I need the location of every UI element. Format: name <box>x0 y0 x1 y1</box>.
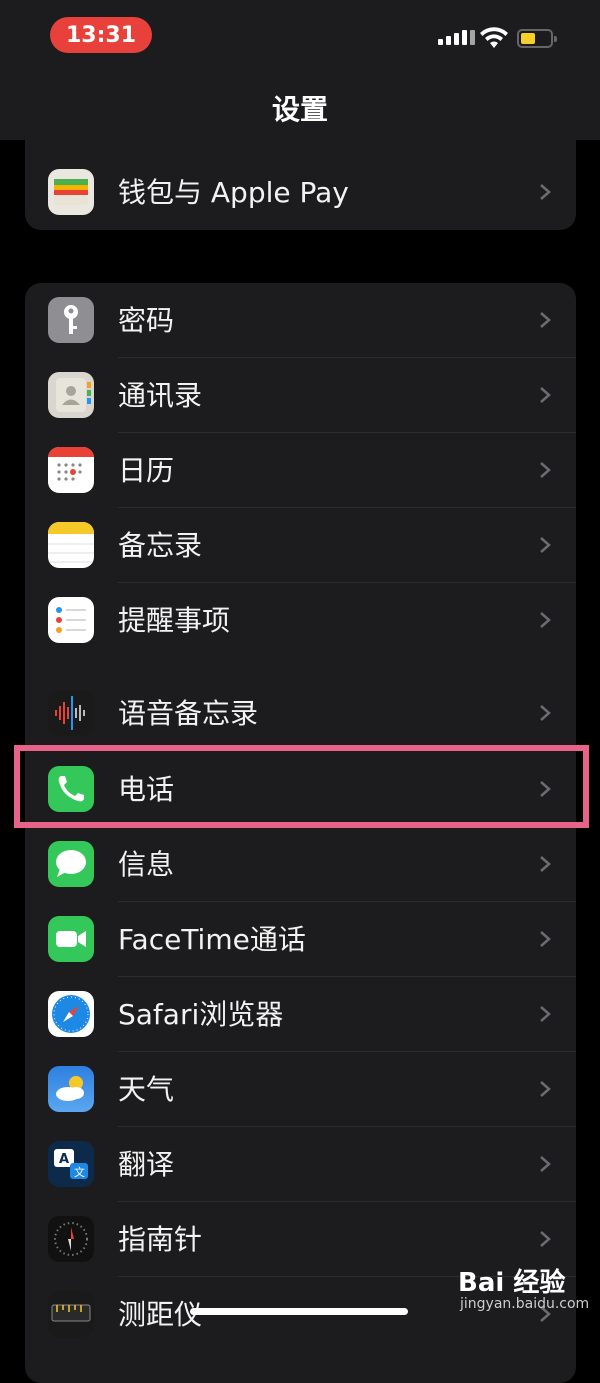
settings-row-label: 备忘录 <box>118 529 203 562</box>
settings-row-calendar[interactable]: 日历 <box>25 433 576 508</box>
settings-row-label: 信息 <box>118 848 175 881</box>
chevron-right-icon <box>540 705 551 721</box>
cellular-signal-icon <box>438 30 475 45</box>
chevron-right-icon <box>540 537 551 553</box>
settings-row-label: 指南针 <box>118 1223 203 1256</box>
facetime-icon <box>48 916 94 962</box>
chevron-right-icon <box>540 1156 551 1172</box>
chevron-right-icon <box>540 312 551 328</box>
svg-text:文: 文 <box>74 1165 85 1179</box>
chevron-right-icon <box>540 1006 551 1022</box>
page-title: 设置 <box>271 93 328 126</box>
settings-row-label: 语音备忘录 <box>118 697 259 730</box>
watermark-main: Bai 经验 <box>458 1268 566 1298</box>
notes-icon <box>48 522 94 568</box>
settings-row-label: FaceTime通话 <box>118 923 306 956</box>
svg-text:A: A <box>59 1152 69 1167</box>
settings-row-facetime[interactable]: FaceTime通话 <box>25 902 576 977</box>
highlight-box-phone <box>14 745 589 828</box>
translate-icon: A文 <box>48 1141 94 1187</box>
contacts-icon <box>48 372 94 418</box>
settings-row-label: 天气 <box>118 1073 175 1106</box>
settings-row-label: 密码 <box>118 304 175 337</box>
settings-row-label: 通讯录 <box>118 379 203 412</box>
key-icon <box>48 297 94 343</box>
settings-row-passwords[interactable]: 密码 <box>25 283 576 358</box>
settings-row-label: 日历 <box>118 454 175 487</box>
measure-icon <box>48 1291 94 1337</box>
settings-row-contacts[interactable]: 通讯录 <box>25 358 576 433</box>
home-indicator[interactable] <box>190 1308 408 1315</box>
chevron-right-icon <box>540 462 551 478</box>
status-time: 13:31 <box>50 17 152 53</box>
settings-row-reminders[interactable]: 提醒事项 <box>25 583 576 658</box>
settings-row-translate[interactable]: A文 翻译 <box>25 1127 576 1202</box>
settings-row-label: 钱包与 Apple Pay <box>118 176 349 209</box>
chevron-right-icon <box>540 1081 551 1097</box>
chevron-right-icon <box>540 387 551 403</box>
baidu-watermark: Bai 经验 jingyan.baidu.com <box>440 1262 590 1322</box>
watermark-url: jingyan.baidu.com <box>460 1296 590 1312</box>
chevron-right-icon <box>540 931 551 947</box>
reminders-icon <box>48 597 94 643</box>
settings-row-safari[interactable]: Safari浏览器 <box>25 977 576 1052</box>
status-and-nav-bar: 13:31 设置 <box>0 0 600 140</box>
chevron-right-icon <box>540 184 551 200</box>
compass-icon <box>48 1216 94 1262</box>
settings-row-label: 提醒事项 <box>118 604 231 637</box>
settings-row-label: 翻译 <box>118 1148 175 1181</box>
settings-row-weather[interactable]: 天气 <box>25 1052 576 1127</box>
settings-row-notes[interactable]: 备忘录 <box>25 508 576 583</box>
settings-row-label: 测距仪 <box>118 1298 203 1331</box>
battery-icon <box>517 29 557 48</box>
voice-memo-icon <box>48 690 94 736</box>
settings-row-label: Safari浏览器 <box>118 998 284 1031</box>
messages-icon <box>48 841 94 887</box>
calendar-icon <box>48 447 94 493</box>
chevron-right-icon <box>540 612 551 628</box>
weather-icon <box>48 1066 94 1112</box>
chevron-right-icon <box>540 1231 551 1247</box>
wifi-icon <box>480 27 508 48</box>
settings-row-voice-memos[interactable]: 语音备忘录 <box>25 676 576 751</box>
safari-icon <box>48 991 94 1037</box>
settings-row-wallet[interactable]: 钱包与 Apple Pay <box>25 155 576 230</box>
settings-row-messages[interactable]: 信息 <box>25 827 576 902</box>
wallet-icon <box>48 169 94 215</box>
settings-group-apps: 密码 通讯录 日历 备忘录 提醒事项 语音备忘录 电话 信息 FaceTime通… <box>25 283 576 1383</box>
chevron-right-icon <box>540 856 551 872</box>
